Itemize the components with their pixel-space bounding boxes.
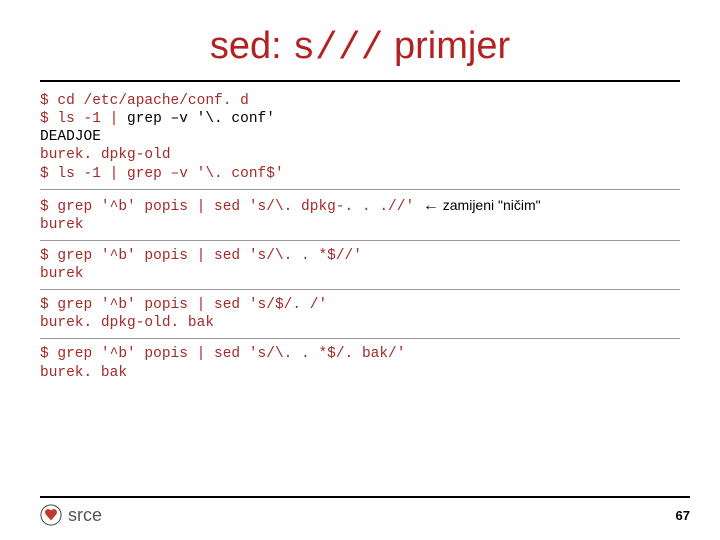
code-block-5: $ grep '^b' popis | sed 's/\. . *$/. bak… — [40, 345, 680, 381]
sep-4 — [40, 338, 680, 339]
brand: srce — [40, 504, 102, 526]
slide: sed: s/// primjer $ cd /etc/apache/conf.… — [0, 0, 720, 540]
code-block-3: $ grep '^b' popis | sed 's/\. . *$//' bu… — [40, 247, 680, 283]
cmd-ls-grep-b: grep –v '\. conf' — [127, 111, 275, 127]
footer: srce 67 — [40, 496, 690, 526]
title-text-2: primjer — [383, 25, 510, 67]
code-block-4: $ grep '^b' popis | sed 's/$/. /' burek.… — [40, 296, 680, 332]
brand-text: srce — [68, 505, 102, 526]
code-block-1: $ cd /etc/apache/conf. d $ ls -1 | grep … — [40, 92, 680, 183]
sep-2 — [40, 240, 680, 241]
slide-title: sed: s/// primjer — [40, 25, 680, 70]
annotation-zamijeni: zamijeni "ničim" — [439, 197, 541, 213]
cmd-grep-sed-3: $ grep '^b' popis | sed 's/$/. /' — [40, 297, 327, 313]
footer-row: srce 67 — [40, 504, 690, 526]
page-number: 67 — [676, 508, 690, 523]
cmd-grep-sed-1: $ grep '^b' popis | sed 's/\. dpkg-. . .… — [40, 199, 423, 215]
arrow-icon: ← — [423, 197, 439, 214]
cmd-ls-grep-a: $ ls -1 | — [40, 111, 127, 127]
footer-rule — [40, 496, 690, 498]
out-burek-2: burek — [40, 266, 84, 282]
srce-logo-icon — [40, 504, 62, 526]
cmd-grep-sed-2: $ grep '^b' popis | sed 's/\. . *$//' — [40, 248, 362, 264]
sep-3 — [40, 289, 680, 290]
cmd-ls-grep2: $ ls -1 | grep –v '\. conf$' — [40, 166, 284, 182]
out-burek-old: burek. dpkg-old — [40, 147, 171, 163]
code-block-2: $ grep '^b' popis | sed 's/\. dpkg-. . .… — [40, 196, 680, 234]
cmd-cd: $ cd /etc/apache/conf. d — [40, 93, 249, 109]
title-rule — [40, 80, 680, 82]
sep-1 — [40, 189, 680, 190]
title-mono: s/// — [292, 27, 383, 70]
out-burek-bak-full: burek. dpkg-old. bak — [40, 315, 214, 331]
out-deadjoe: DEADJOE — [40, 129, 101, 145]
title-text-1: sed: — [210, 25, 292, 67]
cmd-grep-sed-4: $ grep '^b' popis | sed 's/\. . *$/. bak… — [40, 346, 405, 362]
out-burek-1: burek — [40, 217, 84, 233]
out-burek-bak: burek. bak — [40, 365, 127, 381]
